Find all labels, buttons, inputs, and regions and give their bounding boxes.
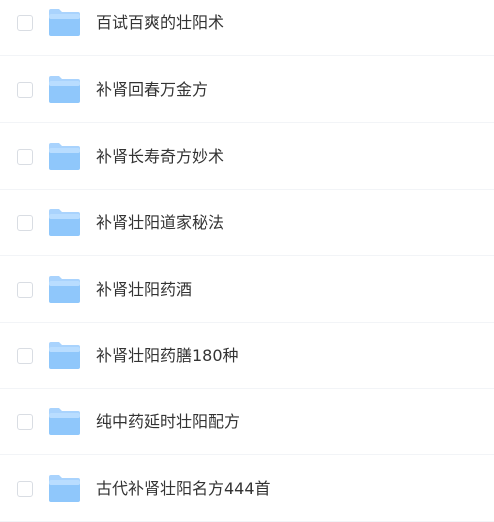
file-list: 百试百爽的壮阳术 补肾回春万金方 补肾长寿奇方妙术 补肾壮阳道家秘法 补肾壮阳药… [0,0,494,522]
row-checkbox[interactable] [17,15,33,31]
file-name[interactable]: 百试百爽的壮阳术 [96,12,224,34]
file-name[interactable]: 补肾壮阳药酒 [96,279,192,301]
file-row[interactable]: 百试百爽的壮阳术 [0,0,494,56]
row-checkbox[interactable] [17,82,33,98]
folder-icon [49,342,80,369]
folder-icon [49,76,80,103]
folder-icon [49,143,80,170]
row-checkbox[interactable] [17,282,33,298]
file-row[interactable]: 古代补肾壮阳名方444首 [0,456,494,522]
file-name[interactable]: 纯中药延时壮阳配方 [96,411,240,433]
row-checkbox[interactable] [17,149,33,165]
file-row[interactable]: 补肾长寿奇方妙术 [0,124,494,190]
file-row[interactable]: 补肾壮阳药膳180种 [0,323,494,389]
row-checkbox[interactable] [17,481,33,497]
row-checkbox[interactable] [17,215,33,231]
folder-icon [49,475,80,502]
folder-icon [49,209,80,236]
folder-icon [49,9,80,36]
file-row[interactable]: 补肾壮阳药酒 [0,257,494,323]
file-name[interactable]: 古代补肾壮阳名方444首 [96,478,271,500]
file-row[interactable]: 纯中药延时壮阳配方 [0,389,494,455]
file-name[interactable]: 补肾长寿奇方妙术 [96,146,224,168]
file-name[interactable]: 补肾回春万金方 [96,79,208,101]
file-row[interactable]: 补肾回春万金方 [0,57,494,123]
row-checkbox[interactable] [17,414,33,430]
file-name[interactable]: 补肾壮阳道家秘法 [96,212,224,234]
row-checkbox[interactable] [17,348,33,364]
folder-icon [49,408,80,435]
folder-icon [49,276,80,303]
file-row[interactable]: 补肾壮阳道家秘法 [0,190,494,256]
file-name[interactable]: 补肾壮阳药膳180种 [96,345,239,367]
